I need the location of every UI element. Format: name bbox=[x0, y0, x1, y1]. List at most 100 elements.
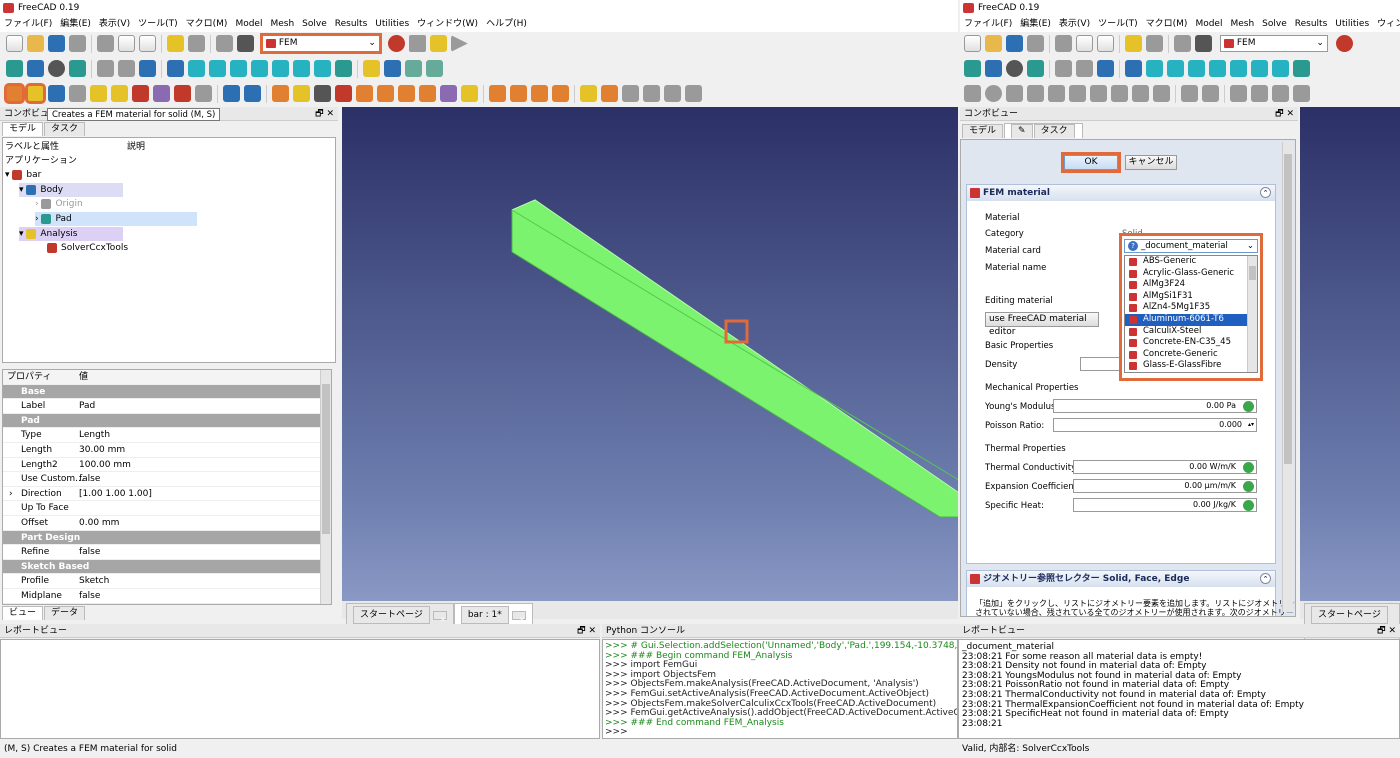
density-input[interactable] bbox=[1080, 357, 1128, 371]
close-icon[interactable]: ✕ bbox=[432, 611, 447, 624]
back-icon[interactable] bbox=[1055, 60, 1072, 77]
fem-mesh-group-icon[interactable] bbox=[622, 85, 639, 102]
fem-settings-icon[interactable] bbox=[685, 85, 702, 102]
bottom-view-icon[interactable] bbox=[1251, 60, 1268, 77]
left-view-icon[interactable] bbox=[1272, 60, 1289, 77]
menu-macro[interactable]: マクロ(M) bbox=[186, 19, 228, 29]
material-option[interactable]: ABS-Generic bbox=[1125, 256, 1257, 268]
fem-section-print-icon[interactable] bbox=[1153, 85, 1170, 102]
forward-icon[interactable] bbox=[118, 60, 135, 77]
fem-constraint-flow-icon[interactable] bbox=[489, 85, 506, 102]
paste-icon[interactable] bbox=[1097, 35, 1114, 52]
save-icon[interactable] bbox=[1006, 35, 1023, 52]
tab-view[interactable]: ビュー bbox=[2, 606, 44, 620]
material-option[interactable]: Glass-E-GlassFibre bbox=[1125, 360, 1257, 372]
fem-material-fluid-icon[interactable] bbox=[1006, 85, 1023, 102]
link-actions-icon[interactable] bbox=[426, 60, 443, 77]
prop-row[interactable]: Label Pad bbox=[3, 399, 321, 414]
fem-mesh-gmsh-icon[interactable] bbox=[1202, 85, 1219, 102]
fem-constraint-selfweight-icon[interactable] bbox=[419, 85, 436, 102]
prop-row[interactable]: Midplane false bbox=[3, 589, 321, 604]
prop-row[interactable]: Type Length bbox=[3, 428, 321, 443]
thermal-conductivity-input[interactable]: 0.00 W/m/K bbox=[1073, 460, 1257, 474]
menu-view[interactable]: 表示(V) bbox=[1059, 19, 1090, 29]
spin-arrows-icon[interactable]: ▴▾ bbox=[1248, 419, 1254, 431]
measure-distance-icon[interactable] bbox=[1293, 60, 1310, 77]
fem-element-geometry-icon[interactable] bbox=[132, 85, 149, 102]
tab-model[interactable]: モデル bbox=[962, 124, 1004, 138]
fit-selection-icon[interactable] bbox=[985, 60, 1002, 77]
youngs-modulus-input[interactable]: 0.00 Pa bbox=[1053, 399, 1257, 413]
bounding-box-icon[interactable] bbox=[1027, 60, 1044, 77]
cut-icon[interactable] bbox=[97, 35, 114, 52]
menu-results[interactable]: Results bbox=[1295, 19, 1328, 29]
right-3d-view[interactable] bbox=[1300, 107, 1400, 601]
right-report-view[interactable]: _document_material 23:08:21 For some reas… bbox=[958, 639, 1400, 739]
new-file-icon[interactable] bbox=[6, 35, 23, 52]
menu-file[interactable]: ファイル(F) bbox=[964, 19, 1012, 29]
fem-constraint-pressure-icon[interactable] bbox=[377, 85, 394, 102]
fem-analysis-icon[interactable] bbox=[964, 85, 981, 102]
fem-mesh-clear-icon[interactable] bbox=[643, 85, 660, 102]
sync-view-icon[interactable] bbox=[1097, 60, 1114, 77]
fem-constraint-fixed-icon[interactable] bbox=[1230, 85, 1247, 102]
whats-this-icon[interactable] bbox=[1195, 35, 1212, 52]
record-macro-icon[interactable] bbox=[1335, 35, 1353, 52]
menu-results[interactable]: Results bbox=[335, 19, 368, 29]
menu-edit[interactable]: 編集(E) bbox=[60, 19, 91, 29]
measure-distance-icon[interactable] bbox=[335, 60, 352, 77]
fem-constraint-tie-icon[interactable] bbox=[1272, 85, 1289, 102]
prop-row[interactable]: Use Custom... false bbox=[3, 472, 321, 487]
3d-view[interactable] bbox=[342, 107, 958, 601]
menu-utilities[interactable]: Utilities bbox=[1335, 19, 1369, 29]
prop-row[interactable]: Offset 0.00 mm bbox=[3, 516, 321, 531]
task-panel-scrollbar[interactable] bbox=[1282, 142, 1293, 612]
tab-task[interactable]: タスク bbox=[44, 122, 86, 136]
fem-element-fluid-icon[interactable] bbox=[1132, 85, 1149, 102]
material-editor-button[interactable]: use FreeCAD material editor bbox=[985, 312, 1099, 337]
link-icon[interactable] bbox=[405, 60, 422, 77]
redo-icon[interactable] bbox=[188, 35, 205, 52]
part-icon[interactable] bbox=[363, 60, 380, 77]
pad-solid-face[interactable] bbox=[511, 199, 958, 518]
new-file-icon[interactable] bbox=[964, 35, 981, 52]
menu-mesh[interactable]: Mesh bbox=[270, 19, 294, 29]
rear-view-icon[interactable] bbox=[1230, 60, 1247, 77]
expansion-coefficient-input[interactable]: 0.00 μm/m/K bbox=[1073, 479, 1257, 493]
menu-utilities[interactable]: Utilities bbox=[375, 19, 409, 29]
menu-solve[interactable]: Solve bbox=[1262, 19, 1287, 29]
fem-constraint-initial-temp-icon[interactable] bbox=[531, 85, 548, 102]
fit-all-icon[interactable] bbox=[964, 60, 981, 77]
tab-task[interactable]: ✎ タスク bbox=[1004, 123, 1083, 138]
tree-item-analysis[interactable]: ▾ Analysis bbox=[19, 227, 123, 241]
tab-model[interactable]: モデル bbox=[2, 122, 44, 136]
fem-element-rotation-icon[interactable] bbox=[1111, 85, 1128, 102]
menu-model[interactable]: Model bbox=[235, 19, 262, 29]
fem-nonlinear-icon[interactable] bbox=[90, 85, 107, 102]
stop-macro-icon[interactable] bbox=[408, 35, 426, 52]
fit-all-icon[interactable] bbox=[6, 60, 23, 77]
prop-row[interactable]: Length 30.00 mm bbox=[3, 443, 321, 458]
panel-close-icon[interactable]: 🗗 ✕ bbox=[1275, 107, 1294, 121]
fem-element-geometry-icon[interactable] bbox=[1090, 85, 1107, 102]
group-icon[interactable] bbox=[384, 60, 401, 77]
fit-selection-icon[interactable] bbox=[27, 60, 44, 77]
fem-material-reinforced-icon[interactable] bbox=[111, 85, 128, 102]
top-view-icon[interactable] bbox=[230, 60, 247, 77]
fem-analysis-icon[interactable] bbox=[4, 83, 25, 104]
specific-heat-input[interactable]: 0.00 J/kg/K bbox=[1073, 498, 1257, 512]
fem-constraint-displacement-icon[interactable] bbox=[293, 85, 310, 102]
fem-material-editor-icon[interactable] bbox=[69, 85, 86, 102]
prop-row[interactable]: Up To Face bbox=[3, 501, 321, 516]
draw-style-icon[interactable] bbox=[1006, 60, 1023, 77]
forward-icon[interactable] bbox=[1076, 60, 1093, 77]
tree-item-pad[interactable]: › Pad bbox=[35, 212, 197, 226]
fem-element-fluid-icon[interactable] bbox=[174, 85, 191, 102]
prop-row[interactable]: Profile Sketch bbox=[3, 574, 321, 589]
material-option[interactable]: CalculiX-Steel bbox=[1125, 326, 1257, 338]
tree-item-solver[interactable]: SolverCcxTools bbox=[47, 241, 128, 255]
ok-button[interactable]: OK bbox=[1061, 152, 1121, 173]
fem-material-solid-icon[interactable] bbox=[985, 85, 1002, 102]
copy-icon[interactable] bbox=[118, 35, 135, 52]
back-icon[interactable] bbox=[97, 60, 114, 77]
